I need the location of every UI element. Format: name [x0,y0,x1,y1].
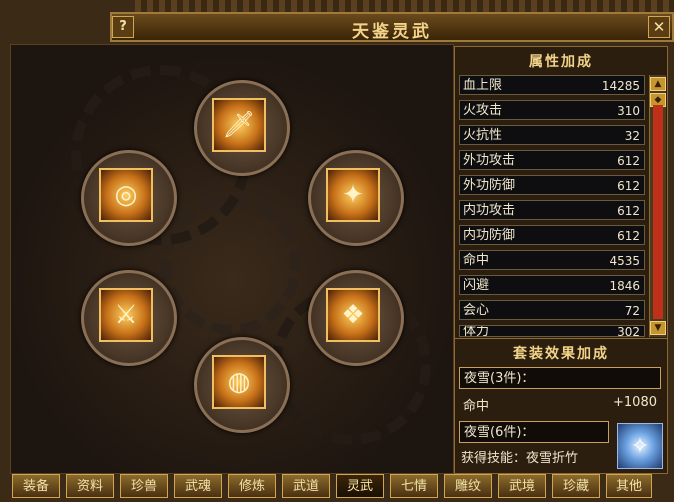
stat-row: 外功防御 612 [459,175,645,195]
stats-panel: 属性加成 血上限 14285 火攻击 310 火抗性 32 外功攻击 612 外功防御 6… [454,46,668,340]
tab-other[interactable]: 其他 [606,474,652,498]
stat-value: 72 [624,304,640,318]
stat-value: 612 [617,179,640,193]
set3-stat-value: +1080 [613,395,657,410]
charm-icon: ❖ [341,300,365,330]
stat-row: 火抗性 32 [459,125,645,145]
stat-label: 内功防御 [463,228,516,243]
stat-value: 4535 [609,254,640,268]
stat-label: 闪避 [463,278,490,293]
tab-martial-realm[interactable]: 武境 [498,474,546,498]
stat-value: 310 [617,104,640,118]
stat-row: 命中 4535 [459,250,645,270]
tab-pets[interactable]: 珍兽 [120,474,168,498]
stat-value: 612 [617,204,640,218]
skill-icon[interactable]: ✧ [617,423,663,469]
equipment-area: 🗡 ◎ ✦ ⚔ ❖ ◍ [10,44,454,474]
stat-row: 内功防御 612 [459,225,645,245]
tab-bar: 装备 资料 珍兽 武魂 修炼 武道 灵武 七情 雕纹 武境 珍藏 其他 [12,474,652,500]
tab-emotions[interactable]: 七情 [390,474,438,498]
set3-stat-label: 命中 [463,399,490,414]
stat-value: 1846 [609,279,640,293]
window-title: 天鉴灵武 [352,22,432,42]
stat-label: 内功攻击 [463,203,516,218]
scroll-track[interactable] [653,105,663,319]
stat-label: 外功攻击 [463,153,516,168]
ring-icon: ◎ [114,180,138,210]
stat-row: 闪避 1846 [459,275,645,295]
stat-value: 612 [617,154,640,168]
stat-value: 32 [624,129,640,143]
set6-skill-text: 获得技能：夜雪折竹 [461,451,579,466]
title-bar[interactable]: 天鉴灵武 [110,12,674,42]
stat-label: 火抗性 [463,128,503,143]
equip-slot-charm[interactable]: ❖ [326,288,380,342]
stats-scrollbar[interactable]: ▲ ◆ ▼ [649,75,666,337]
scroll-up-button[interactable]: ▲ [650,77,666,91]
equip-slot-spear[interactable]: 🗡 [212,98,266,152]
tab-engraving[interactable]: 雕纹 [444,474,492,498]
stat-label: 血上限 [463,78,503,93]
stat-row: 体力 302 [459,325,645,337]
stat-label: 外功防御 [463,178,516,193]
equip-slot-belt[interactable]: ◍ [212,355,266,409]
tab-collection[interactable]: 珍藏 [552,474,600,498]
belt-icon: ◍ [227,367,251,397]
set-bonus-panel: 套装效果加成 夜雪(3件)： 命中 +1080 夜雪(6件)： 获得技能：夜雪折… [454,338,668,474]
help-button[interactable]: ? [112,16,134,38]
stat-row: 内功攻击 612 [459,200,645,220]
stat-label: 火攻击 [463,103,503,118]
tab-cultivation[interactable]: 修炼 [228,474,276,498]
tab-profile[interactable]: 资料 [66,474,114,498]
stat-label: 命中 [463,253,490,268]
stat-value: 14285 [601,79,640,93]
tab-martial-soul[interactable]: 武魂 [174,474,222,498]
close-button[interactable]: ✕ [648,16,670,38]
stat-row: 会心 72 [459,300,645,320]
stat-row: 火攻击 310 [459,100,645,120]
spear-icon: 🗡 [222,110,256,140]
tab-spirit-weapon[interactable]: 灵武 [336,474,384,498]
stat-value: 302 [617,325,640,337]
game-window: 天鉴灵武 ? ✕ 🗡 ◎ ✦ ⚔ ❖ ◍ 属性加成 血上限 14285 火攻击 31… [0,0,674,502]
set3-header: 夜雪(3件)： [459,367,661,389]
stat-label: 体力 [463,325,490,337]
set6-header: 夜雪(6件)： [459,421,609,443]
stat-value: 612 [617,229,640,243]
armor-icon: ✦ [342,180,364,210]
equip-slot-dagger[interactable]: ⚔ [99,288,153,342]
stat-row: 血上限 14285 [459,75,645,95]
tab-martial-path[interactable]: 武道 [282,474,330,498]
equip-slot-armor[interactable]: ✦ [326,168,380,222]
scroll-down-button[interactable]: ▼ [650,321,666,335]
stat-row: 外功攻击 612 [459,150,645,170]
set-bonus-title: 套装效果加成 [513,346,609,362]
dagger-icon: ⚔ [114,300,138,330]
stat-label: 会心 [463,303,490,318]
stats-title: 属性加成 [529,54,593,70]
tab-equipment[interactable]: 装备 [12,474,60,498]
equip-slot-ring[interactable]: ◎ [99,168,153,222]
